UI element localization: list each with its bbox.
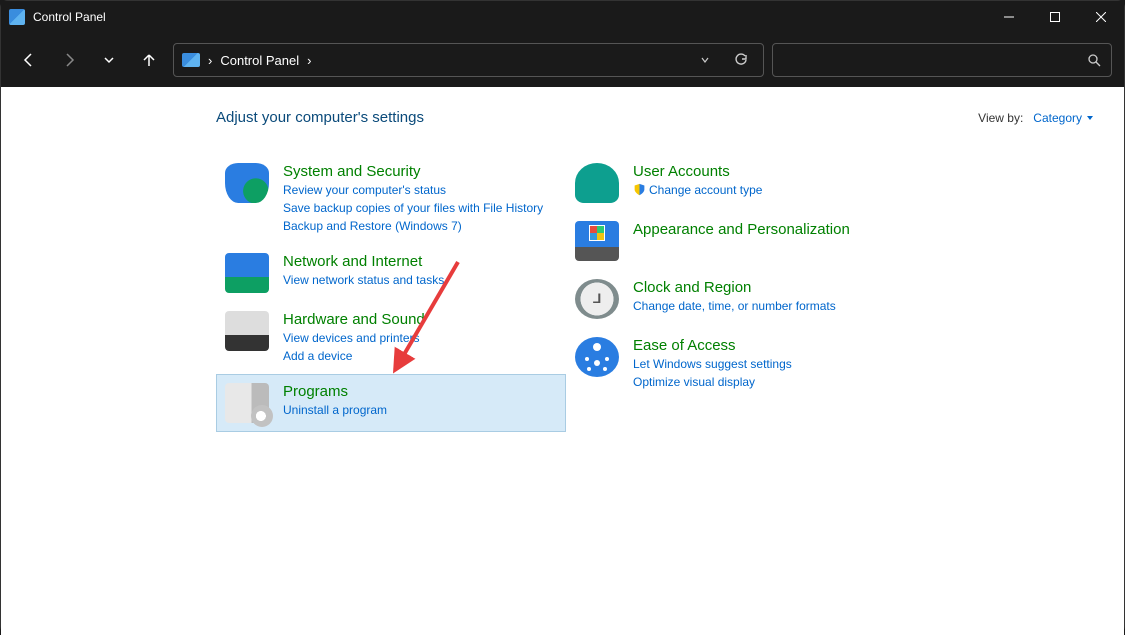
category-link[interactable]: Optimize visual display — [633, 373, 907, 391]
search-icon — [1087, 53, 1101, 67]
ease-of-access-icon — [575, 337, 619, 377]
page-heading: Adjust your computer's settings — [216, 109, 424, 126]
category-link[interactable]: View devices and printers — [283, 329, 557, 347]
system-security-icon — [225, 163, 269, 203]
category-title[interactable]: User Accounts — [633, 163, 907, 180]
category-clock-and-region[interactable]: Clock and Region Change date, time, or n… — [566, 270, 916, 328]
refresh-button[interactable] — [727, 46, 755, 74]
breadcrumb-root[interactable]: Control Panel — [220, 53, 299, 68]
appearance-icon — [575, 221, 619, 261]
recent-locations-button[interactable] — [93, 44, 125, 76]
category-link[interactable]: Change account type — [633, 181, 907, 199]
category-ease-of-access[interactable]: Ease of Access Let Windows suggest setti… — [566, 328, 916, 400]
breadcrumb-sep: › — [307, 53, 311, 68]
clock-icon — [575, 279, 619, 319]
programs-icon — [225, 383, 269, 423]
uac-shield-icon — [633, 183, 646, 196]
category-link[interactable]: Uninstall a program — [283, 401, 557, 419]
category-link[interactable]: Add a device — [283, 347, 557, 365]
category-title[interactable]: Appearance and Personalization — [633, 221, 907, 238]
maximize-button[interactable] — [1032, 1, 1078, 33]
minimize-button[interactable] — [986, 1, 1032, 33]
category-title[interactable]: Ease of Access — [633, 337, 907, 354]
control-panel-icon — [9, 9, 25, 25]
category-link[interactable]: Let Windows suggest settings — [633, 355, 907, 373]
category-title[interactable]: Hardware and Sound — [283, 311, 557, 328]
right-column: User Accounts Change account type Appear… — [566, 154, 916, 432]
category-link[interactable]: View network status and tasks — [283, 271, 557, 289]
content-area: Adjust your computer's settings View by:… — [1, 87, 1124, 635]
viewby-label: View by: — [978, 111, 1023, 125]
viewby-value-text: Category — [1033, 111, 1082, 125]
category-appearance-and-personalization[interactable]: Appearance and Personalization — [566, 212, 916, 270]
category-title[interactable]: Programs — [283, 383, 557, 400]
category-title[interactable]: Network and Internet — [283, 253, 557, 270]
search-bar[interactable] — [772, 43, 1112, 77]
window-title: Control Panel — [33, 10, 106, 24]
user-accounts-icon — [575, 163, 619, 203]
titlebar: Control Panel — [1, 1, 1124, 33]
close-button[interactable] — [1078, 1, 1124, 33]
category-link[interactable]: Review your computer's status — [283, 181, 557, 199]
back-button[interactable] — [13, 44, 45, 76]
category-hardware-and-sound[interactable]: Hardware and Sound View devices and prin… — [216, 302, 566, 374]
address-dropdown-button[interactable] — [691, 46, 719, 74]
category-link[interactable]: Change date, time, or number formats — [633, 297, 907, 315]
address-icon — [182, 53, 200, 67]
category-programs[interactable]: Programs Uninstall a program — [216, 374, 566, 432]
viewby-dropdown[interactable]: Category — [1033, 111, 1094, 125]
category-network-and-internet[interactable]: Network and Internet View network status… — [216, 244, 566, 302]
breadcrumb-sep: › — [208, 53, 212, 68]
network-icon — [225, 253, 269, 293]
forward-button[interactable] — [53, 44, 85, 76]
navbar: › Control Panel › — [1, 33, 1124, 87]
left-column: System and Security Review your computer… — [216, 154, 566, 432]
chevron-down-icon — [1086, 114, 1094, 122]
category-title[interactable]: System and Security — [283, 163, 557, 180]
category-link[interactable]: Backup and Restore (Windows 7) — [283, 217, 557, 235]
up-button[interactable] — [133, 44, 165, 76]
category-link[interactable]: Save backup copies of your files with Fi… — [283, 199, 557, 217]
address-bar[interactable]: › Control Panel › — [173, 43, 764, 77]
hardware-icon — [225, 311, 269, 351]
category-user-accounts[interactable]: User Accounts Change account type — [566, 154, 916, 212]
category-title[interactable]: Clock and Region — [633, 279, 907, 296]
category-system-and-security[interactable]: System and Security Review your computer… — [216, 154, 566, 244]
